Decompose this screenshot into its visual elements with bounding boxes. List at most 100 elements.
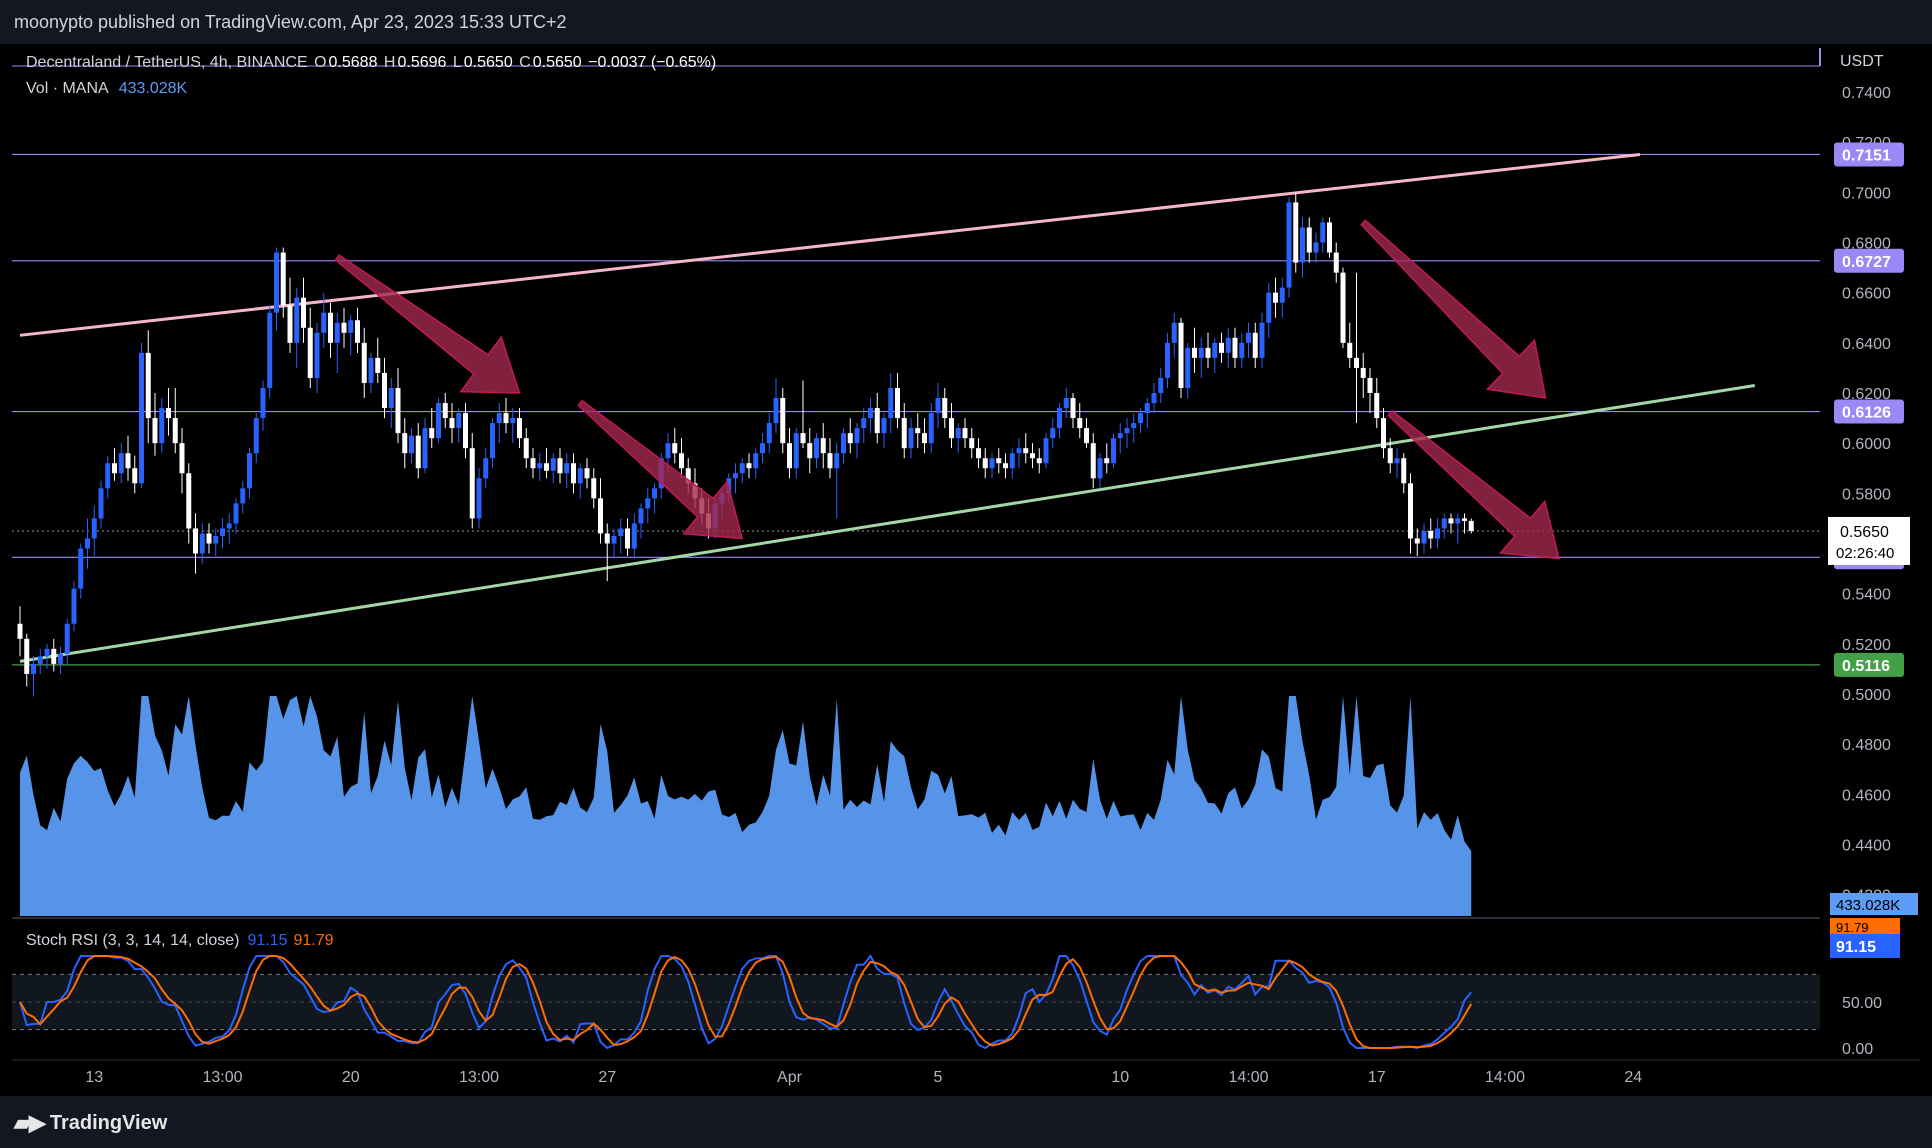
candle-body [679, 453, 684, 469]
chart-area[interactable]: USDT0.74000.72000.70000.68000.66000.6400… [12, 48, 1920, 1096]
candle-body [341, 322, 347, 333]
candle-body [996, 458, 1002, 464]
candle-body [523, 438, 529, 459]
candle-body [375, 357, 381, 373]
candle-body [1225, 337, 1231, 353]
x-tick-label: 27 [598, 1069, 616, 1086]
candle-body [827, 453, 833, 469]
candle-body [982, 458, 988, 469]
candle-body [402, 433, 408, 454]
candle-body [85, 538, 90, 549]
candle-body [544, 463, 549, 471]
candle-body [1009, 453, 1015, 469]
candle-body [294, 297, 300, 343]
channel-lower-line [19, 383, 1755, 663]
candle-body [760, 443, 765, 454]
open-value: 0.5688 [328, 54, 378, 71]
candle-body [800, 433, 806, 444]
price-tick-label: 0.7000 [1842, 185, 1891, 202]
candle-body [672, 443, 678, 454]
price-tick-label: 0.5200 [1842, 637, 1891, 654]
candle-body [874, 408, 880, 434]
candle-body [895, 387, 900, 419]
candle-body [766, 423, 772, 444]
candle-body [888, 387, 894, 419]
change-value: −0.0037 (−0.65%) [588, 54, 717, 71]
level-badge-label: 0.6126 [1842, 405, 1891, 422]
trend-arrow [1360, 219, 1547, 399]
candle-body [1414, 538, 1420, 544]
candle-body [1286, 202, 1292, 288]
candle-body [935, 398, 941, 414]
candle-body [847, 433, 853, 444]
candle-body [1084, 428, 1089, 444]
candle-body [334, 322, 340, 343]
candle-body [1003, 463, 1008, 469]
candle-body [280, 252, 286, 306]
price-tick-label: 0.6000 [1842, 436, 1891, 453]
candle-body [125, 453, 131, 469]
candle-body [949, 418, 954, 439]
candle-body [226, 523, 232, 529]
candle-body [530, 458, 536, 469]
price-tick-label: 0.6600 [1842, 286, 1891, 303]
candle-body [571, 463, 576, 484]
candle-body [780, 398, 786, 444]
candle-body [1421, 530, 1427, 544]
candle-body [1117, 433, 1123, 439]
candle-body [1057, 408, 1062, 429]
candle-body [31, 663, 36, 674]
candle-body [901, 418, 907, 449]
candle-body [24, 638, 30, 674]
x-tick-label: 14:00 [1228, 1069, 1268, 1086]
candle-body [1320, 222, 1326, 243]
candle-body [1246, 332, 1251, 343]
candle-body [1435, 528, 1440, 539]
candle-body [1070, 398, 1076, 419]
stoch-k-badge-label: 91.15 [1836, 939, 1876, 956]
candle-body [1347, 342, 1353, 358]
candle-body [922, 433, 927, 444]
x-tick-label: Apr [777, 1069, 803, 1086]
candle-body [841, 433, 846, 454]
candle-body [1462, 518, 1467, 521]
candle-body [625, 528, 630, 549]
high-value: 0.5696 [397, 54, 447, 71]
candle-body [98, 488, 104, 519]
publisher-bar: moonypto published on TradingView.com, A… [0, 0, 1932, 44]
candle-body [807, 443, 813, 459]
candle-body [314, 332, 320, 378]
candle-body [1333, 252, 1339, 273]
candle-body [1374, 393, 1380, 419]
candle-body [382, 372, 387, 409]
tradingview-brand[interactable]: ▰▶ TradingView [14, 1110, 167, 1136]
candle-body [1124, 428, 1130, 434]
currency-label: USDT [1840, 53, 1884, 70]
candle-body [598, 498, 603, 534]
x-tick-label: 24 [1624, 1069, 1642, 1086]
candle-body [463, 413, 468, 449]
candle-body [456, 413, 462, 429]
candle-body [928, 413, 934, 444]
candle-body [422, 428, 428, 469]
stoch-k-value: 91.15 [247, 932, 288, 949]
candle-body [469, 448, 475, 519]
price-tick-label: 0.7400 [1842, 85, 1891, 102]
candle-body [1381, 418, 1386, 449]
stoch-legend: Stoch RSI (3, 3, 14, 14, close) 91.15 91.7… [26, 932, 334, 950]
candle-body [287, 305, 293, 343]
candle-body [1340, 272, 1346, 343]
candle-body [112, 463, 117, 474]
price-tick-label: 0.5000 [1842, 687, 1891, 704]
candle-body [868, 408, 873, 419]
candle-body [1144, 403, 1150, 414]
brand-name: TradingView [49, 1111, 168, 1134]
candle-body [17, 623, 23, 639]
channel-upper-line [19, 152, 1641, 337]
volume-value: 433.028K [118, 80, 188, 97]
candle-body [537, 463, 543, 469]
candle-body [321, 312, 327, 333]
candle-body [1293, 202, 1299, 263]
symbol-legend: Decentraland / TetherUS, 4h, BINANCE O 0.… [26, 54, 718, 72]
candle-body [733, 473, 738, 479]
